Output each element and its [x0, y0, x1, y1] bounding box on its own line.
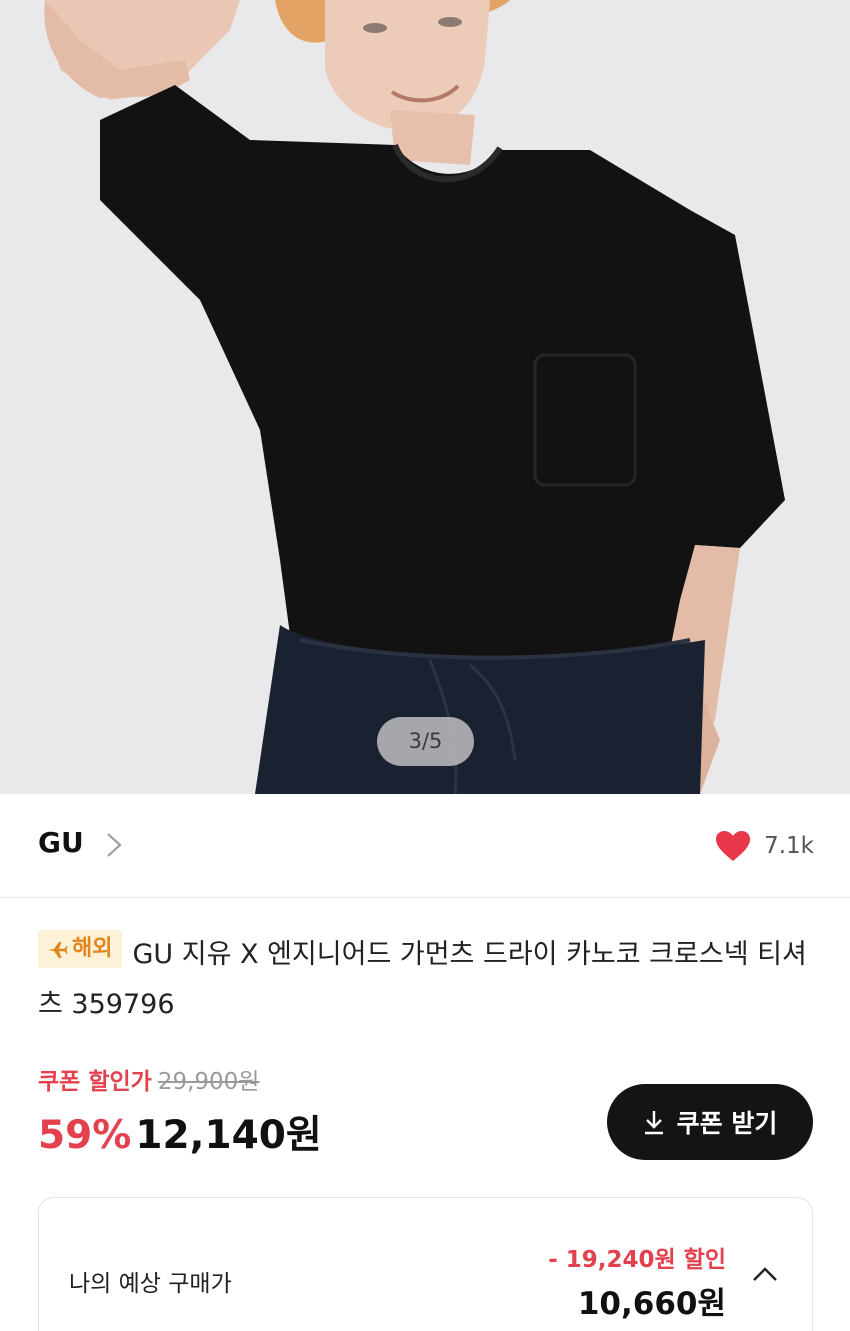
heart-icon — [716, 831, 751, 861]
discount-rate: 59% — [38, 1113, 132, 1158]
estimated-discount: - 19,240원 할인 — [548, 1247, 726, 1273]
product-title-block: 해외 GU 지유 X 엔지니어드 가먼츠 드라이 카노코 크로스넥 티셔츠 35… — [38, 930, 818, 1030]
overseas-badge-label: 해외 — [72, 936, 113, 961]
coupon-price-label: 쿠폰 할인가 — [38, 1069, 152, 1095]
product-title: GU 지유 X 엔지니어드 가먼츠 드라이 카노코 크로스넥 티셔츠 35979… — [38, 939, 807, 1020]
final-price: 12,140원 — [135, 1113, 322, 1158]
estimated-price: 10,660원 — [577, 1286, 726, 1322]
product-image-carousel[interactable]: 3/5 — [0, 0, 850, 794]
overseas-badge: 해외 — [38, 930, 123, 968]
price-row: 59% 12,140원 — [38, 1104, 322, 1160]
get-coupon-label: 쿠폰 받기 — [676, 1109, 778, 1138]
product-photo — [0, 0, 850, 794]
original-price: 29,900원 — [157, 1069, 260, 1095]
image-counter: 3/5 — [377, 717, 474, 766]
airplane-icon — [48, 942, 68, 958]
like-button[interactable]: 7.1k — [714, 826, 814, 866]
like-count: 7.1k — [764, 833, 814, 859]
chevron-right-icon[interactable] — [100, 830, 130, 860]
brand-row: GU 7.1k — [0, 794, 850, 898]
product-detail-page: 3/5 GU 7.1k 해외 GU 지유 X 엔지니어드 가먼츠 드라이 카노코… — [0, 0, 850, 1331]
coupon-price-line: 쿠폰 할인가 29,900원 — [38, 1062, 259, 1096]
brand-link[interactable]: GU — [38, 826, 84, 859]
estimated-price-card[interactable]: 나의 예상 구매가 - 19,240원 할인 10,660원 — [38, 1197, 813, 1331]
get-coupon-button[interactable]: 쿠폰 받기 — [607, 1084, 813, 1160]
chevron-up-icon[interactable] — [750, 1262, 780, 1286]
estimated-price-label: 나의 예상 구매가 — [69, 1271, 232, 1297]
download-icon — [644, 1111, 663, 1135]
